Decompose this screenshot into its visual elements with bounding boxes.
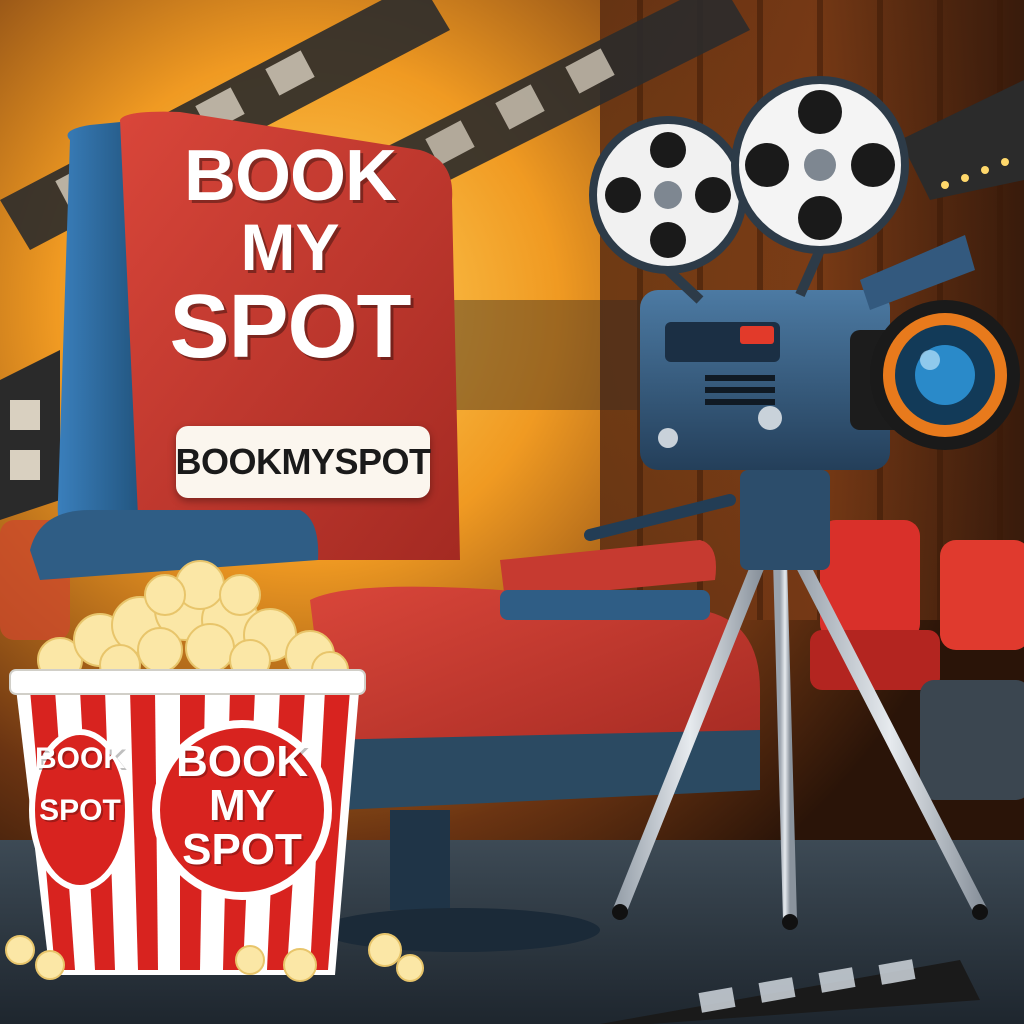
- popcorn-badge-large-line2: MY: [209, 781, 275, 830]
- chair-title-line3: SPOT: [169, 277, 411, 377]
- chair-tag-text: BOOKMYSPOT: [175, 441, 432, 482]
- chair-title: BOOK MY SPOT: [150, 140, 430, 372]
- chair-title-line2: MY: [240, 210, 340, 284]
- popcorn-badge-small-line1: BOOK: [35, 742, 125, 775]
- popcorn-badge-small: BOOK SPOT: [34, 744, 126, 826]
- popcorn-badge-large: BOOK MY SPOT: [156, 740, 328, 872]
- chair-title-line1: BOOK: [184, 136, 397, 216]
- cinema-scene: BOOK MY SPOT BOOKMYSPOT BOOK MY SPOT BOO…: [0, 0, 1024, 1024]
- popcorn-badge-large-line3: SPOT: [182, 825, 302, 874]
- chair-tag: BOOKMYSPOT: [175, 426, 432, 498]
- popcorn-badge-large-line1: BOOK: [176, 737, 308, 786]
- popcorn-badge-small-line2: SPOT: [39, 794, 121, 827]
